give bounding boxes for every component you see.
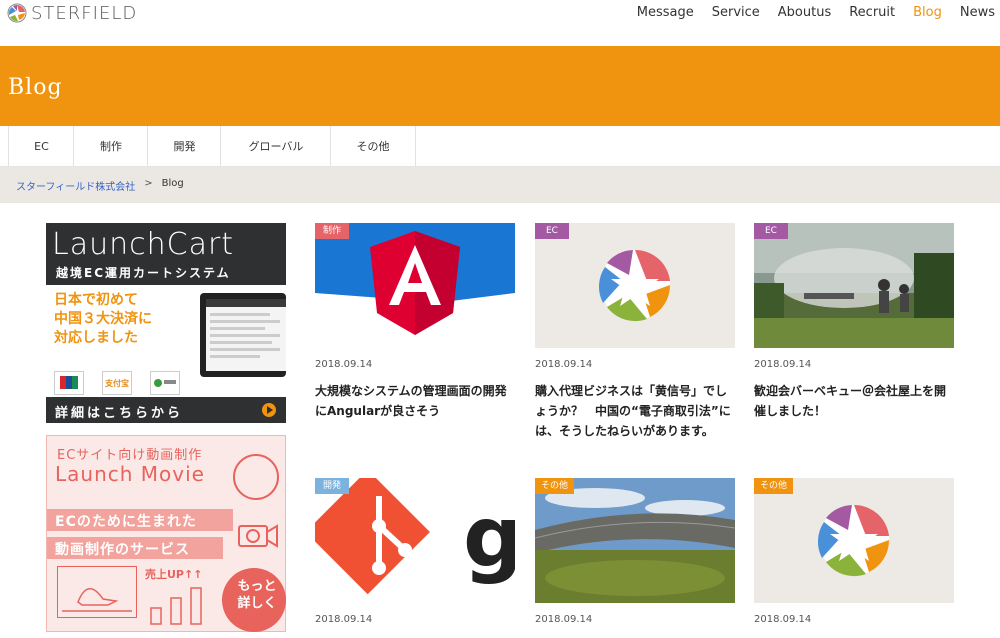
- bar-chart-icon: [150, 587, 202, 625]
- movie-logo-icon: [233, 454, 279, 500]
- post-title[interactable]: 歓迎会バーベキュー＠会社屋上を開催しました！: [754, 381, 950, 421]
- launchcart-title: LaunchCart: [52, 227, 235, 262]
- tablet-screenshot-icon: [200, 293, 286, 377]
- svg-text:g: g: [463, 488, 515, 586]
- nav-item-message[interactable]: Message: [637, 5, 694, 20]
- breadcrumb-bar: スターフィールド株式会社 > Blog: [0, 167, 1000, 203]
- post-thumbnail[interactable]: EC: [535, 223, 735, 348]
- play-icon: [262, 403, 276, 417]
- post-title[interactable]: 購入代理ビジネスは「黄信号」でしょうか？ 中国の“電子商取引法”には、そうしたね…: [535, 381, 731, 441]
- post-date: 2018.09.14: [535, 614, 593, 625]
- post-date: 2018.09.14: [754, 359, 812, 370]
- category-tab-2[interactable]: 開発: [147, 126, 221, 166]
- logo[interactable]: STERFIELD: [7, 2, 138, 24]
- post-card[interactable]: EC 2018.09.14 購入代理ビジネスは「黄信号」でしょうか？ 中国の“電子商…: [535, 223, 735, 438]
- breadcrumb-current: Blog: [161, 178, 184, 189]
- launch-movie-title: Launch Movie: [55, 462, 205, 486]
- launch-movie-band-1: ECのために生まれた: [47, 509, 233, 531]
- nav-item-news[interactable]: News: [960, 5, 995, 20]
- breadcrumb: スターフィールド株式会社 > Blog: [16, 178, 184, 193]
- category-tab-1[interactable]: 制作: [73, 126, 148, 166]
- post-thumbnail[interactable]: g 開発: [315, 478, 515, 603]
- nav-item-aboutus[interactable]: Aboutus: [778, 5, 831, 20]
- post-card[interactable]: その他 2018.09.14: [754, 478, 954, 638]
- unionpay-icon: [54, 371, 84, 395]
- nav-item-blog[interactable]: Blog: [913, 5, 942, 20]
- post-category-badge: 開発: [315, 478, 349, 494]
- alipay-icon: 支付宝: [102, 371, 132, 395]
- site-header: STERFIELD Message Service Aboutus Recruit Bl…: [0, 0, 1000, 46]
- category-tab-3[interactable]: グローバル: [220, 126, 331, 166]
- video-player-icon: [57, 566, 137, 618]
- category-tabs: EC 制作 開発 グローバル その他: [0, 126, 1000, 167]
- post-title[interactable]: 大規模なシステムの管理画面の開発にAngularが良さそう: [315, 381, 511, 421]
- post-thumbnail[interactable]: 制作: [315, 223, 515, 348]
- main-nav: Message Service Aboutus Recruit Blog News: [637, 5, 1000, 20]
- post-date: 2018.09.14: [754, 614, 812, 625]
- page-banner: Blog: [0, 46, 1000, 126]
- category-tab-4[interactable]: その他: [330, 126, 416, 166]
- post-date: 2018.09.14: [315, 359, 373, 370]
- post-date: 2018.09.14: [315, 614, 373, 625]
- post-thumbnail[interactable]: その他: [535, 478, 735, 603]
- post-thumbnail[interactable]: EC: [754, 223, 954, 348]
- sales-up-label: 売上UP↑↑: [145, 568, 203, 581]
- launchcart-banner-header: LaunchCart 越境EC運用カートシステム: [46, 223, 286, 285]
- breadcrumb-home-link[interactable]: スターフィールド株式会社: [16, 178, 135, 193]
- category-tab-0[interactable]: EC: [8, 126, 74, 166]
- launchcart-banner[interactable]: LaunchCart 越境EC運用カートシステム 日本で初めて 中国３大決済に …: [46, 223, 286, 423]
- nav-item-service[interactable]: Service: [712, 5, 760, 20]
- launch-movie-banner[interactable]: ECサイト向け動画制作 Launch Movie ECのために生まれた 動画制作…: [46, 435, 286, 632]
- page-title: Blog: [8, 75, 63, 100]
- more-details-label: もっと 詳しく: [237, 579, 277, 611]
- post-card[interactable]: g 開発 2018.09.14: [315, 478, 515, 638]
- post-category-badge: その他: [535, 478, 575, 494]
- breadcrumb-separator: >: [144, 178, 153, 189]
- post-card[interactable]: EC 2018.09.14 歓迎会バーベキュー＠会社屋上を開催しました！: [754, 223, 954, 418]
- launch-movie-band-1-text: ECのために生まれた: [55, 514, 197, 530]
- launchcart-subtitle: 越境EC運用カートシステム: [56, 266, 231, 280]
- post-category-badge: EC: [535, 223, 569, 239]
- post-category-badge: その他: [754, 478, 794, 494]
- logo-text: STERFIELD: [31, 2, 138, 24]
- launchcart-headline: 日本で初めて 中国３大決済に 対応しました: [54, 292, 152, 346]
- post-category-badge: 制作: [315, 223, 349, 239]
- wechatpay-icon: [150, 371, 180, 395]
- launch-movie-tagline: ECサイト向け動画制作: [57, 448, 203, 463]
- post-card[interactable]: 制作 2018.09.14 大規模なシステムの管理画面の開発にAngularが良さそ…: [315, 223, 515, 418]
- camera-icon: [237, 516, 279, 552]
- post-card[interactable]: その他 2018.09.14: [535, 478, 735, 638]
- post-date: 2018.09.14: [535, 359, 593, 370]
- launchcart-more-label: 詳細はこちらから: [55, 406, 184, 421]
- launchcart-more-link[interactable]: 詳細はこちらから: [46, 397, 286, 423]
- launch-movie-band-2: 動画制作のサービス: [47, 537, 223, 559]
- more-details-button[interactable]: もっと 詳しく: [222, 568, 286, 632]
- post-thumbnail[interactable]: その他: [754, 478, 954, 603]
- launchcart-banner-body: 日本で初めて 中国３大決済に 対応しました 支付宝: [46, 285, 286, 397]
- post-category-badge: EC: [754, 223, 788, 239]
- nav-item-recruit[interactable]: Recruit: [849, 5, 895, 20]
- launch-movie-band-2-text: 動画制作のサービス: [55, 542, 190, 558]
- logo-star-icon: [7, 3, 27, 23]
